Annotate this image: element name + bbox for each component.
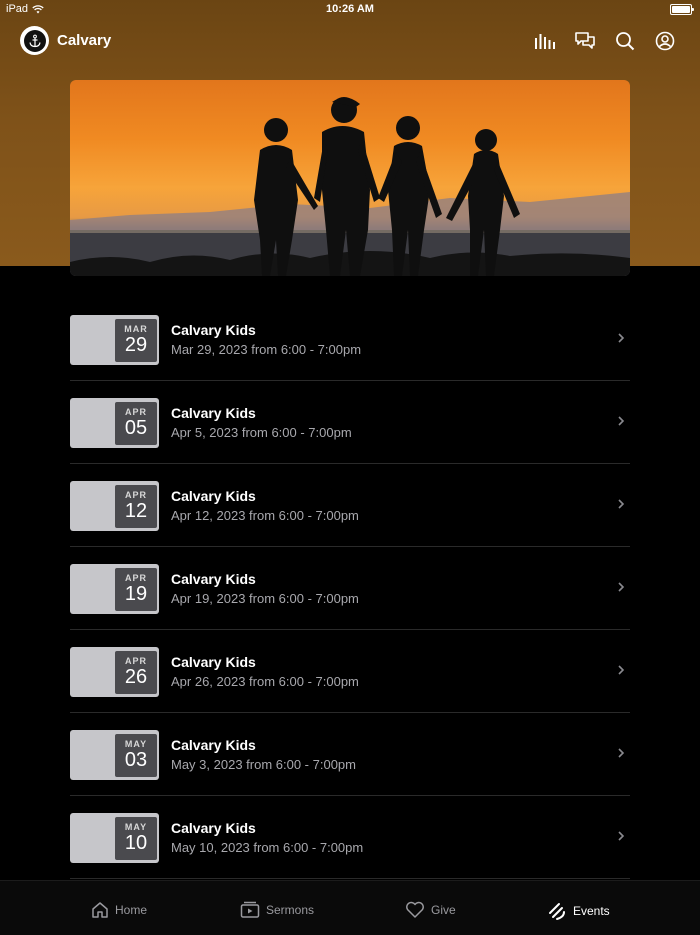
- chevron-right-icon: [618, 333, 625, 343]
- events-icon: [549, 903, 565, 920]
- battery-icon: [670, 4, 694, 15]
- date-badge: APR 05: [115, 402, 157, 445]
- chevron-right-icon: [618, 416, 625, 426]
- tab-give-label: Give: [431, 903, 456, 917]
- tab-give[interactable]: Give: [405, 901, 456, 919]
- chevron-right-icon: [618, 665, 625, 675]
- date-day: 12: [124, 500, 148, 522]
- chat-icon[interactable]: [574, 30, 596, 52]
- heart-icon: [406, 901, 424, 918]
- event-list: MAR 29 Calvary Kids Mar 29, 2023 from 6:…: [70, 298, 630, 879]
- event-thumbnail: APR 19: [70, 564, 159, 614]
- event-datetime: Apr 5, 2023 from 6:00 - 7:00pm: [171, 425, 352, 440]
- event-thumbnail: APR 05: [70, 398, 159, 448]
- event-row[interactable]: APR 12 Calvary Kids Apr 12, 2023 from 6:…: [70, 464, 630, 547]
- event-datetime: May 3, 2023 from 6:00 - 7:00pm: [171, 757, 356, 772]
- event-datetime: Apr 12, 2023 from 6:00 - 7:00pm: [171, 508, 359, 523]
- date-month: MAR: [124, 324, 148, 334]
- tab-bar: Home Sermons Give Events: [0, 880, 700, 935]
- date-badge: APR 19: [115, 568, 157, 611]
- event-thumbnail: MAR 29: [70, 315, 159, 365]
- anchor-icon: [23, 29, 46, 52]
- tab-events[interactable]: Events: [547, 901, 610, 921]
- home-icon: [92, 902, 108, 918]
- event-title: Calvary Kids: [171, 405, 256, 421]
- app-logo[interactable]: [20, 26, 49, 55]
- date-month: APR: [124, 573, 147, 583]
- tab-sermons-label: Sermons: [266, 903, 315, 917]
- date-badge: APR 12: [115, 485, 157, 528]
- event-row[interactable]: MAY 03 Calvary Kids May 3, 2023 from 6:0…: [70, 713, 630, 796]
- date-month: APR: [124, 656, 147, 666]
- app-title: Calvary: [57, 32, 112, 49]
- family-silhouette-image: [70, 97, 630, 276]
- event-title: Calvary Kids: [171, 737, 256, 753]
- date-day: 19: [124, 583, 148, 605]
- event-row[interactable]: MAR 29 Calvary Kids Mar 29, 2023 from 6:…: [70, 298, 630, 381]
- event-datetime: Apr 26, 2023 from 6:00 - 7:00pm: [171, 674, 359, 689]
- tab-home[interactable]: Home: [91, 901, 147, 919]
- event-thumbnail: APR 26: [70, 647, 159, 697]
- date-badge: MAY 10: [115, 817, 157, 860]
- status-bar: iPad 10:26 AM: [0, 0, 700, 20]
- date-month: APR: [124, 490, 147, 500]
- bars-icon[interactable]: [534, 30, 556, 52]
- date-month: APR: [124, 407, 147, 417]
- date-day: 26: [124, 666, 148, 688]
- event-row[interactable]: APR 19 Calvary Kids Apr 19, 2023 from 6:…: [70, 547, 630, 630]
- event-title: Calvary Kids: [171, 820, 256, 836]
- search-icon[interactable]: [614, 30, 636, 52]
- event-row[interactable]: APR 26 Calvary Kids Apr 26, 2023 from 6:…: [70, 630, 630, 713]
- event-thumbnail: MAY 10: [70, 813, 159, 863]
- event-row[interactable]: MAY 10 Calvary Kids May 10, 2023 from 6:…: [70, 796, 630, 879]
- account-icon[interactable]: [654, 30, 676, 52]
- chevron-right-icon: [618, 582, 625, 592]
- app-header: Calvary: [0, 24, 700, 60]
- event-datetime: Mar 29, 2023 from 6:00 - 7:00pm: [171, 342, 362, 357]
- event-thumbnail: MAY 03: [70, 730, 159, 780]
- chevron-right-icon: [618, 748, 625, 758]
- date-day: 05: [124, 417, 148, 439]
- hero-image: [70, 80, 630, 276]
- date-badge: APR 26: [115, 651, 157, 694]
- event-datetime: Apr 19, 2023 from 6:00 - 7:00pm: [171, 591, 359, 606]
- date-badge: MAR 29: [115, 319, 157, 362]
- tab-events-label: Events: [573, 904, 610, 918]
- date-day: 10: [124, 832, 148, 854]
- event-datetime: May 10, 2023 from 6:00 - 7:00pm: [171, 840, 364, 855]
- event-title: Calvary Kids: [171, 571, 256, 587]
- video-icon: [240, 901, 260, 918]
- date-day: 03: [124, 749, 148, 771]
- event-title: Calvary Kids: [171, 322, 256, 338]
- event-thumbnail: APR 12: [70, 481, 159, 531]
- event-title: Calvary Kids: [171, 654, 256, 670]
- date-day: 29: [124, 334, 148, 356]
- tab-home-label: Home: [115, 903, 148, 917]
- chevron-right-icon: [618, 831, 625, 841]
- tab-sermons[interactable]: Sermons: [240, 901, 314, 919]
- date-month: MAY: [124, 822, 148, 832]
- chevron-right-icon: [618, 499, 625, 509]
- event-row[interactable]: APR 05 Calvary Kids Apr 5, 2023 from 6:0…: [70, 381, 630, 464]
- date-month: MAY: [124, 739, 148, 749]
- status-time: 10:26 AM: [326, 3, 374, 15]
- event-title: Calvary Kids: [171, 488, 256, 504]
- date-badge: MAY 03: [115, 734, 157, 777]
